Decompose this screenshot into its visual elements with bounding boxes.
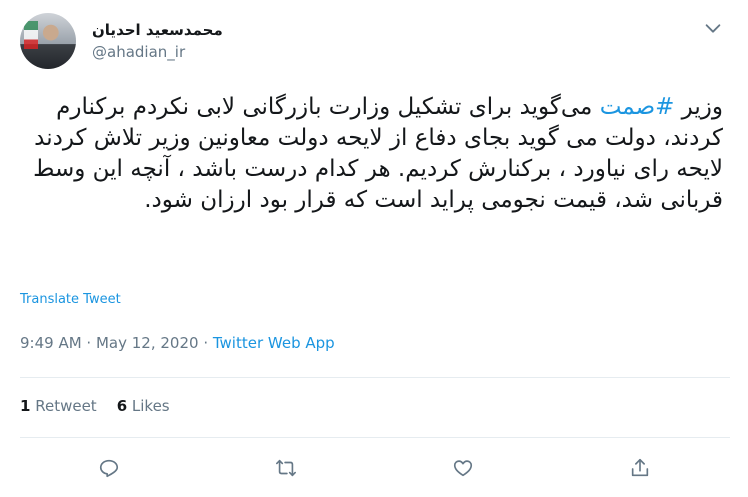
meta-separator: · <box>198 334 213 352</box>
likes-count: 6 <box>116 397 128 415</box>
tweet-meta: 9:49 AM · May 12, 2020 · Twitter Web App <box>20 334 335 352</box>
tweet-text: وزیر #صمت می‌گوید برای تشکیل وزارت بازرگ… <box>23 92 723 216</box>
tweet-time[interactable]: 9:49 AM <box>20 334 82 352</box>
divider <box>20 377 730 378</box>
tweet-date[interactable]: May 12, 2020 <box>96 334 199 352</box>
retweet-button[interactable] <box>268 450 304 486</box>
tweet-stats: 1 Retweet 6 Likes <box>20 397 170 415</box>
tweet-text-start: وزیر <box>674 94 723 120</box>
share-icon <box>631 458 649 477</box>
chevron-down-icon[interactable] <box>702 17 724 39</box>
retweets-stat[interactable]: 1 Retweet <box>20 397 97 415</box>
reply-icon <box>99 459 119 478</box>
author-handle[interactable]: @ahadian_ir <box>92 42 223 62</box>
hashtag-link[interactable]: #صمت <box>600 94 675 120</box>
retweets-count: 1 <box>20 397 31 415</box>
retweets-label: Retweet <box>35 397 97 415</box>
like-button[interactable] <box>445 450 481 486</box>
meta-separator: · <box>81 334 96 352</box>
retweet-icon <box>276 459 296 477</box>
translate-tweet-link[interactable]: Translate Tweet <box>20 292 121 307</box>
flag-image <box>24 21 38 49</box>
author-block[interactable]: محمدسعید احدیان @ahadian_ir <box>92 20 223 62</box>
tweet-actions <box>20 450 730 486</box>
avatar[interactable] <box>20 13 76 69</box>
likes-stat[interactable]: 6 Likes <box>117 397 170 415</box>
tweet-header: محمدسعید احدیان @ahadian_ir <box>20 13 730 73</box>
author-display-name[interactable]: محمدسعید احدیان <box>92 20 223 40</box>
share-button[interactable] <box>622 450 658 486</box>
reply-button[interactable] <box>91 450 127 486</box>
divider <box>20 437 730 438</box>
heart-icon <box>453 460 473 477</box>
likes-label: Likes <box>131 397 170 415</box>
source-link[interactable]: Twitter Web App <box>213 334 335 352</box>
